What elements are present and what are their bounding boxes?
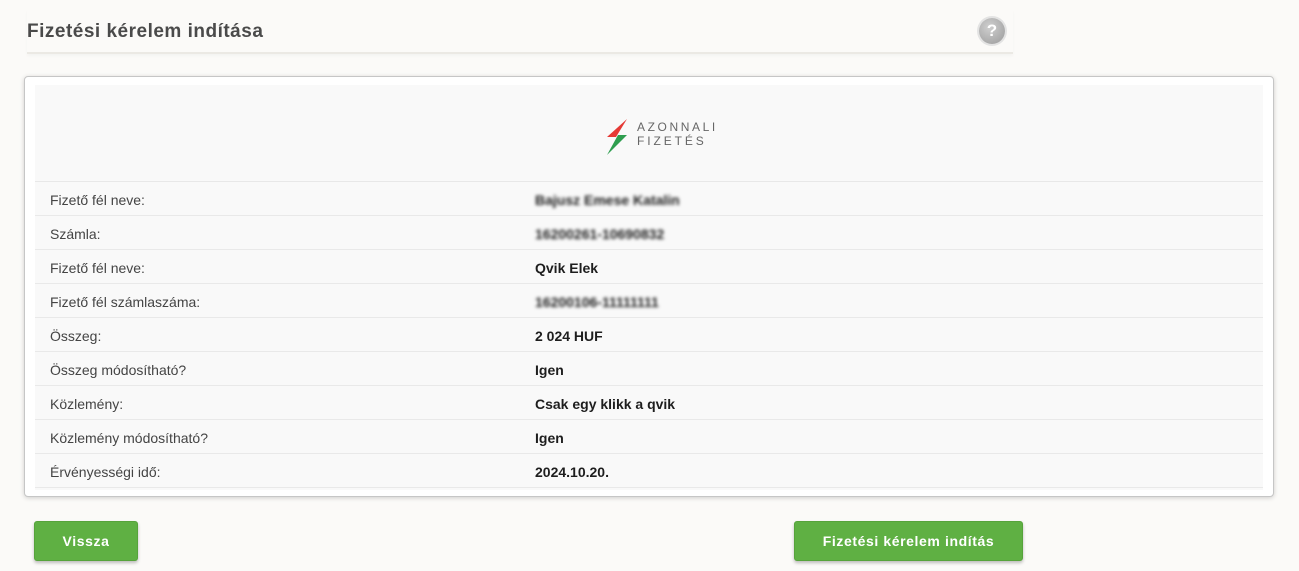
- row-label: Összeg:: [50, 328, 102, 344]
- row-label: Közlemény módosítható?: [50, 430, 208, 446]
- payment-request-body: AZONNALI FIZETÉS Fizető fél neve: Bajusz…: [35, 85, 1263, 490]
- row-value-masked: Bajusz Emese Katalin: [535, 192, 680, 208]
- row-value-masked: 16200261-10690832: [535, 226, 665, 242]
- row-label: Közlemény:: [50, 396, 124, 412]
- back-button[interactable]: Vissza: [34, 521, 138, 561]
- row-label: Fizető fél neve:: [50, 260, 145, 276]
- help-icon[interactable]: ?: [979, 18, 1005, 44]
- row-value: Qvik Elek: [535, 260, 599, 276]
- azonnali-fizetes-logo: AZONNALI FIZETÉS: [603, 117, 743, 159]
- table-row: Számla: 16200261-10690832: [35, 216, 1263, 250]
- table-row: Összeg módosítható? Igen: [35, 352, 1263, 386]
- row-label: Összeg módosítható?: [50, 362, 187, 378]
- row-value: Igen: [535, 430, 564, 446]
- details-table: Fizető fél neve: Bajusz Emese Katalin Sz…: [35, 181, 1263, 488]
- row-value: 2024.10.20.: [535, 464, 609, 480]
- lightning-icon: [607, 119, 627, 155]
- row-value: Csak egy klikk a qvik: [535, 396, 676, 412]
- logo-line-2: FIZETÉS: [637, 134, 707, 148]
- row-label: Számla:: [50, 226, 101, 242]
- payment-request-panel: AZONNALI FIZETÉS Fizető fél neve: Bajusz…: [24, 76, 1274, 497]
- row-label: Fizető fél neve:: [50, 192, 145, 208]
- table-row: Fizető fél számlaszáma: 16200106-1111111…: [35, 284, 1263, 318]
- row-value: Igen: [535, 362, 564, 378]
- page-title: Fizetési kérelem indítása: [27, 21, 264, 42]
- row-value: 2 024 HUF: [535, 328, 603, 344]
- table-row: Fizető fél neve: Bajusz Emese Katalin: [35, 182, 1263, 216]
- table-row: Közlemény: Csak egy klikk a qvik: [35, 386, 1263, 420]
- start-payment-request-button[interactable]: Fizetési kérelem indítás: [794, 521, 1023, 561]
- row-label: Fizető fél számlaszáma:: [50, 294, 201, 310]
- table-row: Közlemény módosítható? Igen: [35, 420, 1263, 454]
- table-row: Érvényességi idő: 2024.10.20.: [35, 454, 1263, 488]
- table-row: Összeg: 2 024 HUF: [35, 318, 1263, 352]
- logo-line-1: AZONNALI: [637, 120, 718, 134]
- logo-text: AZONNALI FIZETÉS: [637, 120, 718, 148]
- row-label: Érvényességi idő:: [50, 464, 161, 480]
- row-value-masked: 16200106-11111111: [535, 294, 659, 310]
- table-row: Fizető fél neve: Qvik Elek: [35, 250, 1263, 284]
- page-header: Fizetési kérelem indítása ?: [27, 10, 1013, 54]
